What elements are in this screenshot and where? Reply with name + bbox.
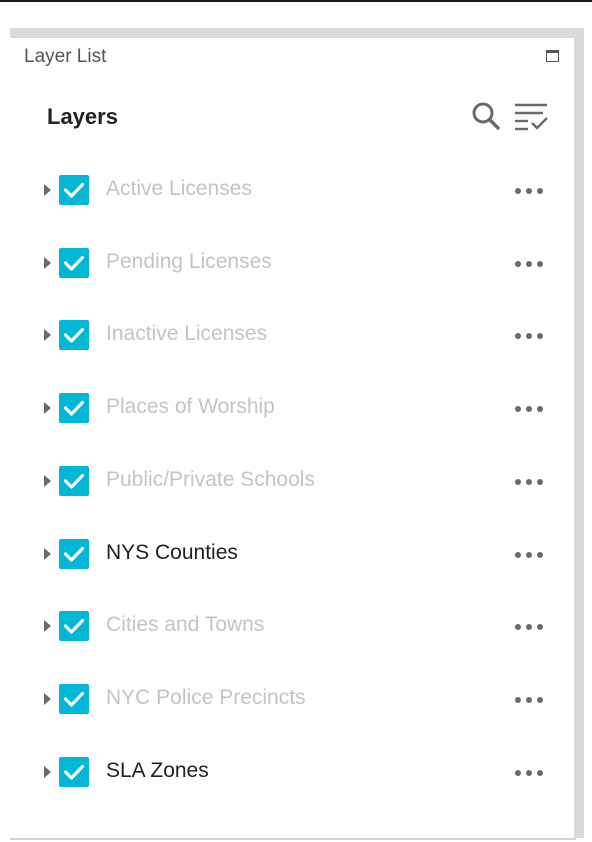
more-dot bbox=[526, 696, 532, 703]
more-dot bbox=[526, 260, 532, 267]
more-dot bbox=[537, 624, 543, 631]
panel-scrollbar[interactable] bbox=[574, 28, 584, 838]
more-horizontal-icon[interactable] bbox=[512, 616, 546, 636]
more-dot bbox=[526, 478, 532, 485]
more-horizontal-icon[interactable] bbox=[512, 325, 546, 345]
layer-row[interactable]: Pending Licenses bbox=[10, 228, 574, 300]
caret-right-icon[interactable] bbox=[44, 402, 51, 415]
more-dot bbox=[526, 551, 532, 558]
more-horizontal-icon[interactable] bbox=[512, 471, 546, 491]
panel-bottom-border bbox=[10, 838, 576, 840]
panel-title: Layer List bbox=[24, 46, 107, 67]
layer-row[interactable]: NYC Police Precincts bbox=[10, 664, 574, 736]
checkbox-checked-icon[interactable] bbox=[59, 247, 89, 278]
caret-right-icon[interactable] bbox=[44, 474, 51, 487]
more-dot bbox=[515, 551, 521, 558]
more-dot bbox=[537, 406, 543, 413]
caret-right-icon[interactable] bbox=[44, 765, 51, 778]
more-horizontal-icon[interactable] bbox=[512, 544, 546, 564]
caret-right-icon[interactable] bbox=[44, 184, 51, 196]
more-dot bbox=[537, 478, 543, 485]
more-dot bbox=[515, 769, 521, 776]
layer-row[interactable]: Cities and Towns bbox=[10, 591, 574, 663]
caret-right-icon[interactable] bbox=[44, 256, 51, 269]
search-button[interactable] bbox=[470, 100, 502, 132]
more-dot bbox=[515, 478, 521, 485]
checkbox-checked-icon[interactable] bbox=[59, 756, 89, 787]
checkbox-checked-icon[interactable] bbox=[59, 611, 89, 642]
layer-label: Places of Worship bbox=[106, 395, 275, 419]
more-dot bbox=[515, 333, 521, 340]
more-dot bbox=[515, 260, 521, 267]
layer-row[interactable]: Inactive Licenses bbox=[10, 300, 574, 372]
more-horizontal-icon[interactable] bbox=[512, 689, 546, 709]
filter-list-icon bbox=[515, 103, 548, 131]
layer-label: SLA Zones bbox=[106, 758, 209, 782]
search-icon bbox=[472, 102, 500, 130]
caret-right-icon[interactable] bbox=[44, 547, 51, 560]
layer-row[interactable]: Public/Private Schools bbox=[10, 446, 574, 518]
layers-heading: Layers bbox=[47, 104, 118, 129]
layer-label: NYC Police Precincts bbox=[106, 685, 306, 709]
more-dot bbox=[515, 624, 521, 631]
more-dot bbox=[515, 696, 521, 703]
layer-label: Public/Private Schools bbox=[106, 467, 315, 491]
more-dot bbox=[537, 333, 543, 340]
more-horizontal-icon[interactable] bbox=[512, 180, 546, 200]
layer-row[interactable]: SLA Zones bbox=[10, 737, 574, 809]
layer-label: Pending Licenses bbox=[106, 249, 272, 273]
more-dot bbox=[526, 624, 532, 631]
more-dot bbox=[537, 188, 543, 194]
more-dot bbox=[526, 188, 532, 194]
more-dot bbox=[515, 188, 521, 194]
checkbox-checked-icon[interactable] bbox=[59, 538, 89, 569]
caret-right-icon[interactable] bbox=[44, 329, 51, 342]
checkbox-checked-icon[interactable] bbox=[59, 465, 89, 496]
layer-label: Inactive Licenses bbox=[106, 322, 268, 346]
more-dot bbox=[526, 333, 532, 340]
caret-right-icon[interactable] bbox=[44, 620, 51, 633]
filter-button[interactable] bbox=[513, 100, 549, 134]
more-dot bbox=[537, 696, 543, 703]
layer-row[interactable]: NYS Counties bbox=[10, 519, 574, 591]
layer-list-panel: Layer List Layers Active Licenses Pendin… bbox=[10, 38, 574, 838]
top-divider bbox=[0, 0, 592, 2]
checkbox-checked-icon[interactable] bbox=[59, 320, 89, 351]
more-dot bbox=[537, 551, 543, 558]
caret-right-icon[interactable] bbox=[44, 692, 51, 705]
more-dot bbox=[537, 769, 543, 776]
more-dot bbox=[537, 260, 543, 267]
layer-label: Cities and Towns bbox=[106, 613, 265, 637]
more-horizontal-icon[interactable] bbox=[512, 398, 546, 418]
layer-label: NYS Counties bbox=[106, 540, 238, 564]
checkbox-checked-icon[interactable] bbox=[59, 683, 89, 714]
panel-top-border bbox=[10, 28, 584, 38]
more-horizontal-icon[interactable] bbox=[512, 762, 546, 782]
more-dot bbox=[526, 769, 532, 776]
checkbox-checked-icon[interactable] bbox=[59, 175, 89, 205]
maximize-icon[interactable] bbox=[546, 50, 559, 62]
layer-row[interactable]: Active Licenses bbox=[10, 155, 574, 227]
layer-row[interactable]: Places of Worship bbox=[10, 373, 574, 445]
checkbox-checked-icon[interactable] bbox=[59, 393, 89, 424]
more-dot bbox=[515, 406, 521, 413]
more-dot bbox=[526, 406, 532, 413]
more-horizontal-icon[interactable] bbox=[512, 253, 546, 273]
layer-label: Active Licenses bbox=[106, 177, 252, 200]
